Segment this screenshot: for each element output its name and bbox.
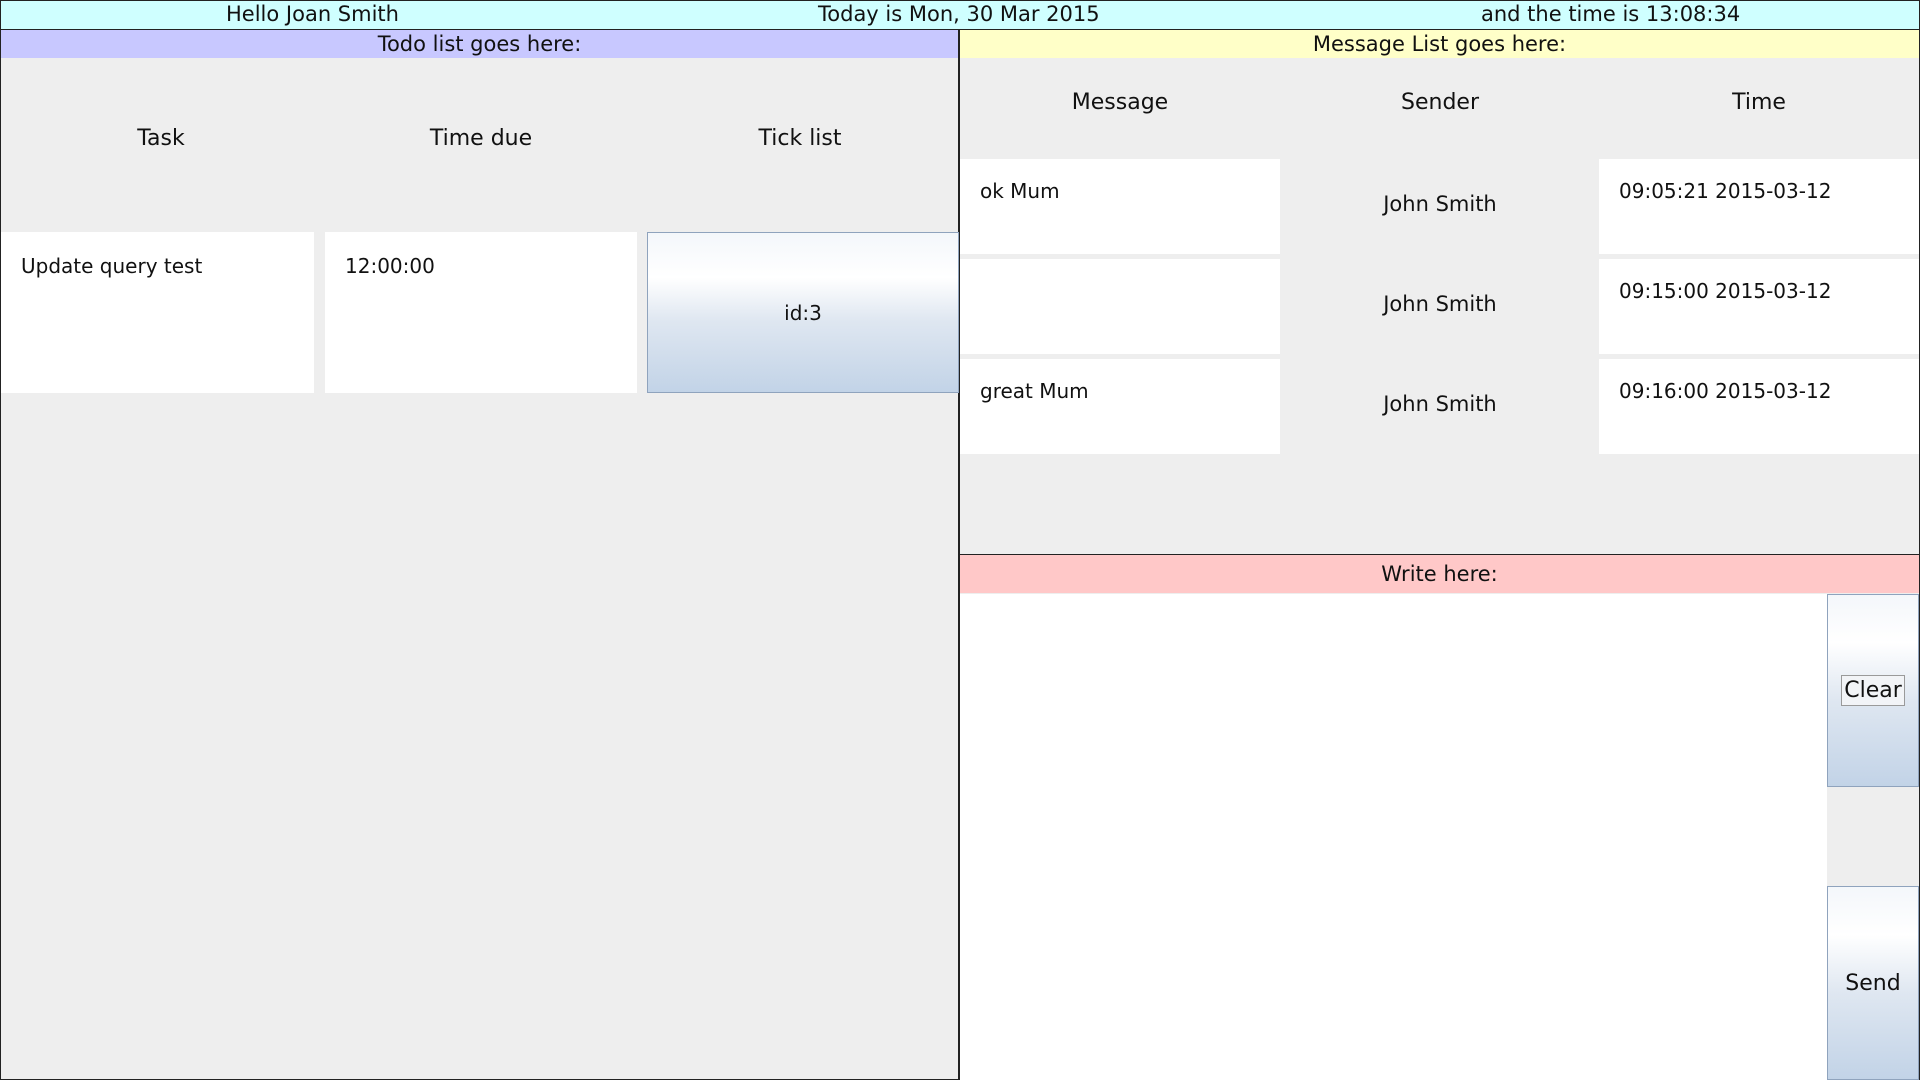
clock-text: and the time is 13:08:34 bbox=[1481, 2, 1741, 26]
message-text-cell bbox=[960, 259, 1280, 354]
message-compose-textarea[interactable] bbox=[960, 594, 1827, 1080]
clear-button-label: Clear bbox=[1841, 675, 1905, 706]
message-list-panel: Message List goes here: Message Sender T… bbox=[960, 30, 1920, 555]
greeting-text: Hello Joan Smith bbox=[226, 2, 399, 26]
message-time-cell: 09:05:21 2015-03-12 bbox=[1599, 159, 1919, 254]
message-sender-cell: John Smith bbox=[1383, 192, 1497, 216]
message-column-time: Time bbox=[1732, 90, 1786, 115]
message-list-title: Message List goes here: bbox=[960, 30, 1919, 58]
top-header-bar: Hello Joan Smith Today is Mon, 30 Mar 20… bbox=[0, 0, 1920, 30]
tick-task-button[interactable]: id:3 bbox=[647, 232, 959, 393]
todo-time-due-cell: 12:00:00 bbox=[325, 232, 637, 393]
clear-button[interactable]: Clear bbox=[1827, 594, 1919, 787]
message-sender-cell: John Smith bbox=[1383, 392, 1497, 416]
todo-column-time-due: Time due bbox=[429, 126, 533, 151]
write-panel-title: Write here: bbox=[960, 555, 1919, 593]
todo-column-tick-list: Tick list bbox=[758, 126, 842, 151]
date-text: Today is Mon, 30 Mar 2015 bbox=[818, 2, 1100, 26]
message-text-cell: ok Mum bbox=[960, 159, 1280, 254]
message-time-cell: 09:15:00 2015-03-12 bbox=[1599, 259, 1919, 354]
write-panel: Write here: Clear Send bbox=[960, 555, 1920, 1080]
message-column-sender: Sender bbox=[1401, 90, 1479, 115]
message-column-message: Message bbox=[1071, 90, 1169, 115]
message-time-cell: 09:16:00 2015-03-12 bbox=[1599, 359, 1919, 454]
todo-column-task: Task bbox=[137, 126, 185, 151]
todo-panel-title: Todo list goes here: bbox=[1, 30, 958, 58]
todo-panel: Todo list goes here: Task Time due Tick … bbox=[0, 30, 960, 1080]
message-sender-cell: John Smith bbox=[1383, 292, 1497, 316]
message-text-cell: great Mum bbox=[960, 359, 1280, 454]
todo-task-cell: Update query test bbox=[1, 232, 314, 393]
send-button[interactable]: Send bbox=[1827, 886, 1919, 1080]
